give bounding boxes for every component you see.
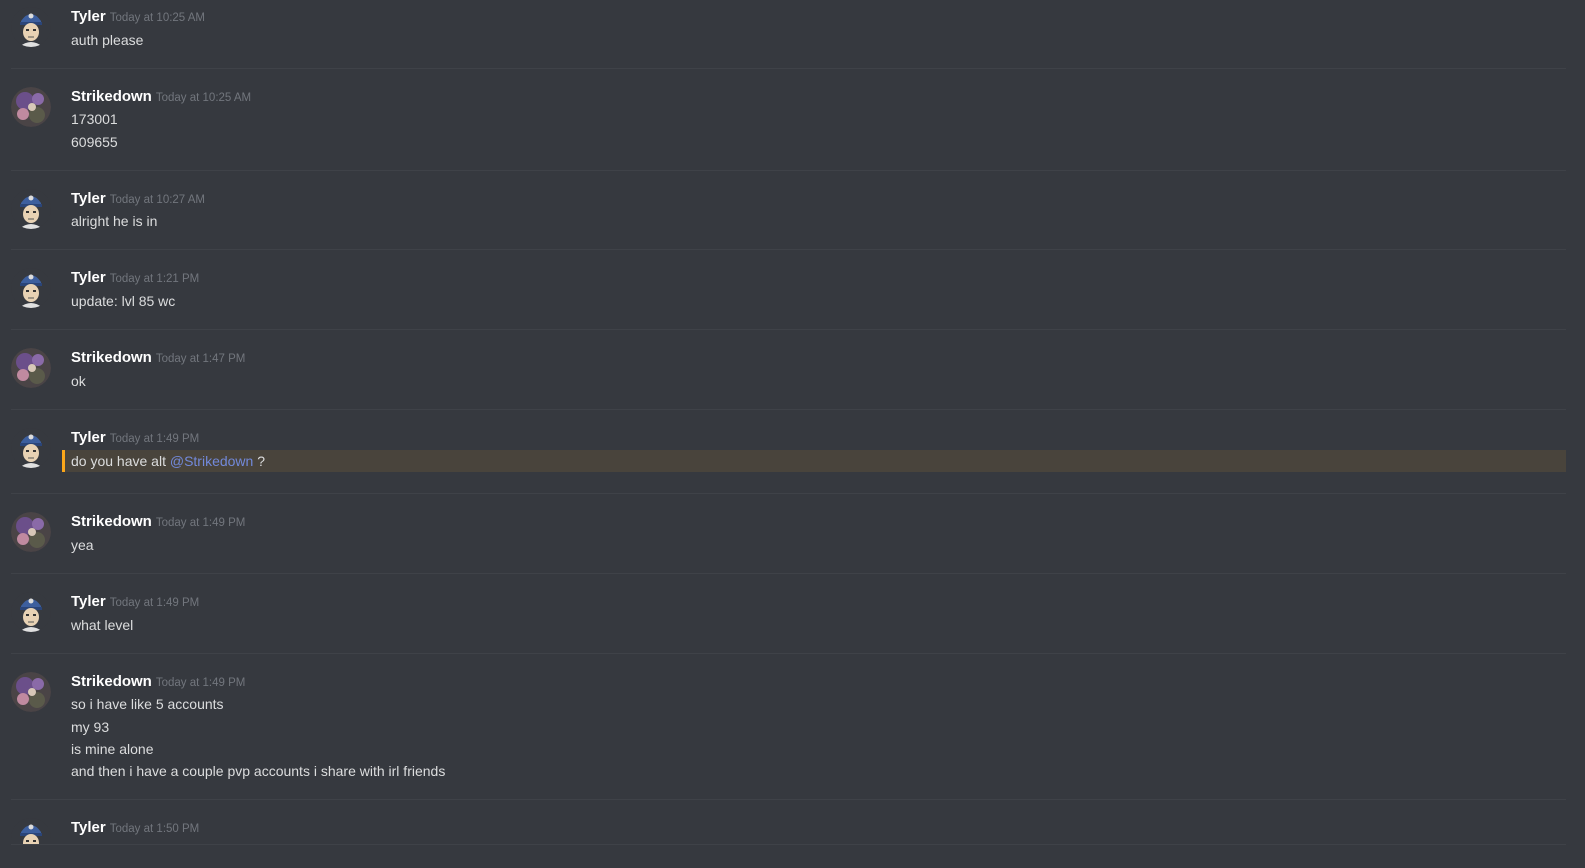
- message-divider: [11, 249, 1566, 250]
- strikedown-avatar-icon[interactable]: [11, 512, 51, 552]
- message-timestamp: Today at 1:49 PM: [155, 677, 246, 689]
- message-divider: [11, 329, 1566, 330]
- strikedown-avatar-icon[interactable]: [11, 672, 51, 712]
- message-author[interactable]: Tyler: [71, 429, 106, 446]
- message-text-before: do you have alt: [71, 453, 170, 469]
- message-author[interactable]: Tyler: [71, 8, 106, 25]
- tyler-avatar-icon[interactable]: [11, 268, 51, 308]
- message-author[interactable]: Tyler: [71, 190, 106, 207]
- tyler-avatar-icon[interactable]: [11, 189, 51, 229]
- tyler-avatar-icon[interactable]: [11, 7, 51, 47]
- message-divider: [11, 653, 1566, 654]
- message-text: 609655: [71, 134, 118, 150]
- message-text: do you have alt @Strikedown ?: [71, 451, 265, 471]
- message-timestamp: Today at 1:49 PM: [109, 433, 200, 445]
- tyler-avatar-icon[interactable]: [11, 592, 51, 632]
- message-text: so i have like 5 accounts: [71, 696, 224, 712]
- message-author[interactable]: Tyler: [71, 269, 106, 286]
- chat-messages: Tyler Today at 10:25 AM auth please Strik…: [0, 0, 1585, 868]
- message-text-after: ?: [253, 453, 266, 469]
- message-author[interactable]: Tyler: [71, 819, 106, 836]
- message-author[interactable]: Strikedown: [71, 513, 152, 530]
- user-mention[interactable]: @Strikedown: [170, 453, 253, 469]
- message-text: and then i have a couple pvp accounts i …: [71, 763, 446, 779]
- message-text: auth please: [71, 32, 144, 48]
- message-timestamp: Today at 1:50 PM: [109, 823, 200, 835]
- message-text: my 93: [71, 719, 110, 735]
- message-author[interactable]: Strikedown: [71, 673, 152, 690]
- mention-highlight: [62, 450, 1566, 472]
- message-divider: [11, 844, 1566, 845]
- tyler-avatar-icon[interactable]: [11, 428, 51, 468]
- message-divider: [11, 573, 1566, 574]
- tyler-avatar-icon[interactable]: [11, 818, 51, 844]
- message-text: yea: [71, 537, 94, 553]
- message-author[interactable]: Strikedown: [71, 349, 152, 366]
- message-divider: [11, 493, 1566, 494]
- message-timestamp: Today at 10:27 AM: [109, 194, 206, 206]
- message-timestamp: Today at 1:47 PM: [155, 353, 246, 365]
- message-timestamp: Today at 1:21 PM: [109, 273, 200, 285]
- message-text: ok: [71, 373, 86, 389]
- strikedown-avatar-icon[interactable]: [11, 348, 51, 388]
- message-timestamp: Today at 10:25 AM: [109, 12, 206, 24]
- message-author[interactable]: Strikedown: [71, 88, 152, 105]
- message-divider: [11, 409, 1566, 410]
- message-text: what level: [71, 617, 134, 633]
- message-text: 173001: [71, 111, 118, 127]
- message-divider: [11, 170, 1566, 171]
- message-text: is mine alone: [71, 741, 154, 757]
- message-divider: [11, 68, 1566, 69]
- message-timestamp: Today at 1:49 PM: [109, 597, 200, 609]
- message-timestamp: Today at 10:25 AM: [155, 92, 252, 104]
- message-divider: [11, 799, 1566, 800]
- message-text: update: lvl 85 wc: [71, 293, 176, 309]
- message-author[interactable]: Tyler: [71, 593, 106, 610]
- strikedown-avatar-icon[interactable]: [11, 87, 51, 127]
- message-text: alright he is in: [71, 213, 158, 229]
- message-timestamp: Today at 1:49 PM: [155, 517, 246, 529]
